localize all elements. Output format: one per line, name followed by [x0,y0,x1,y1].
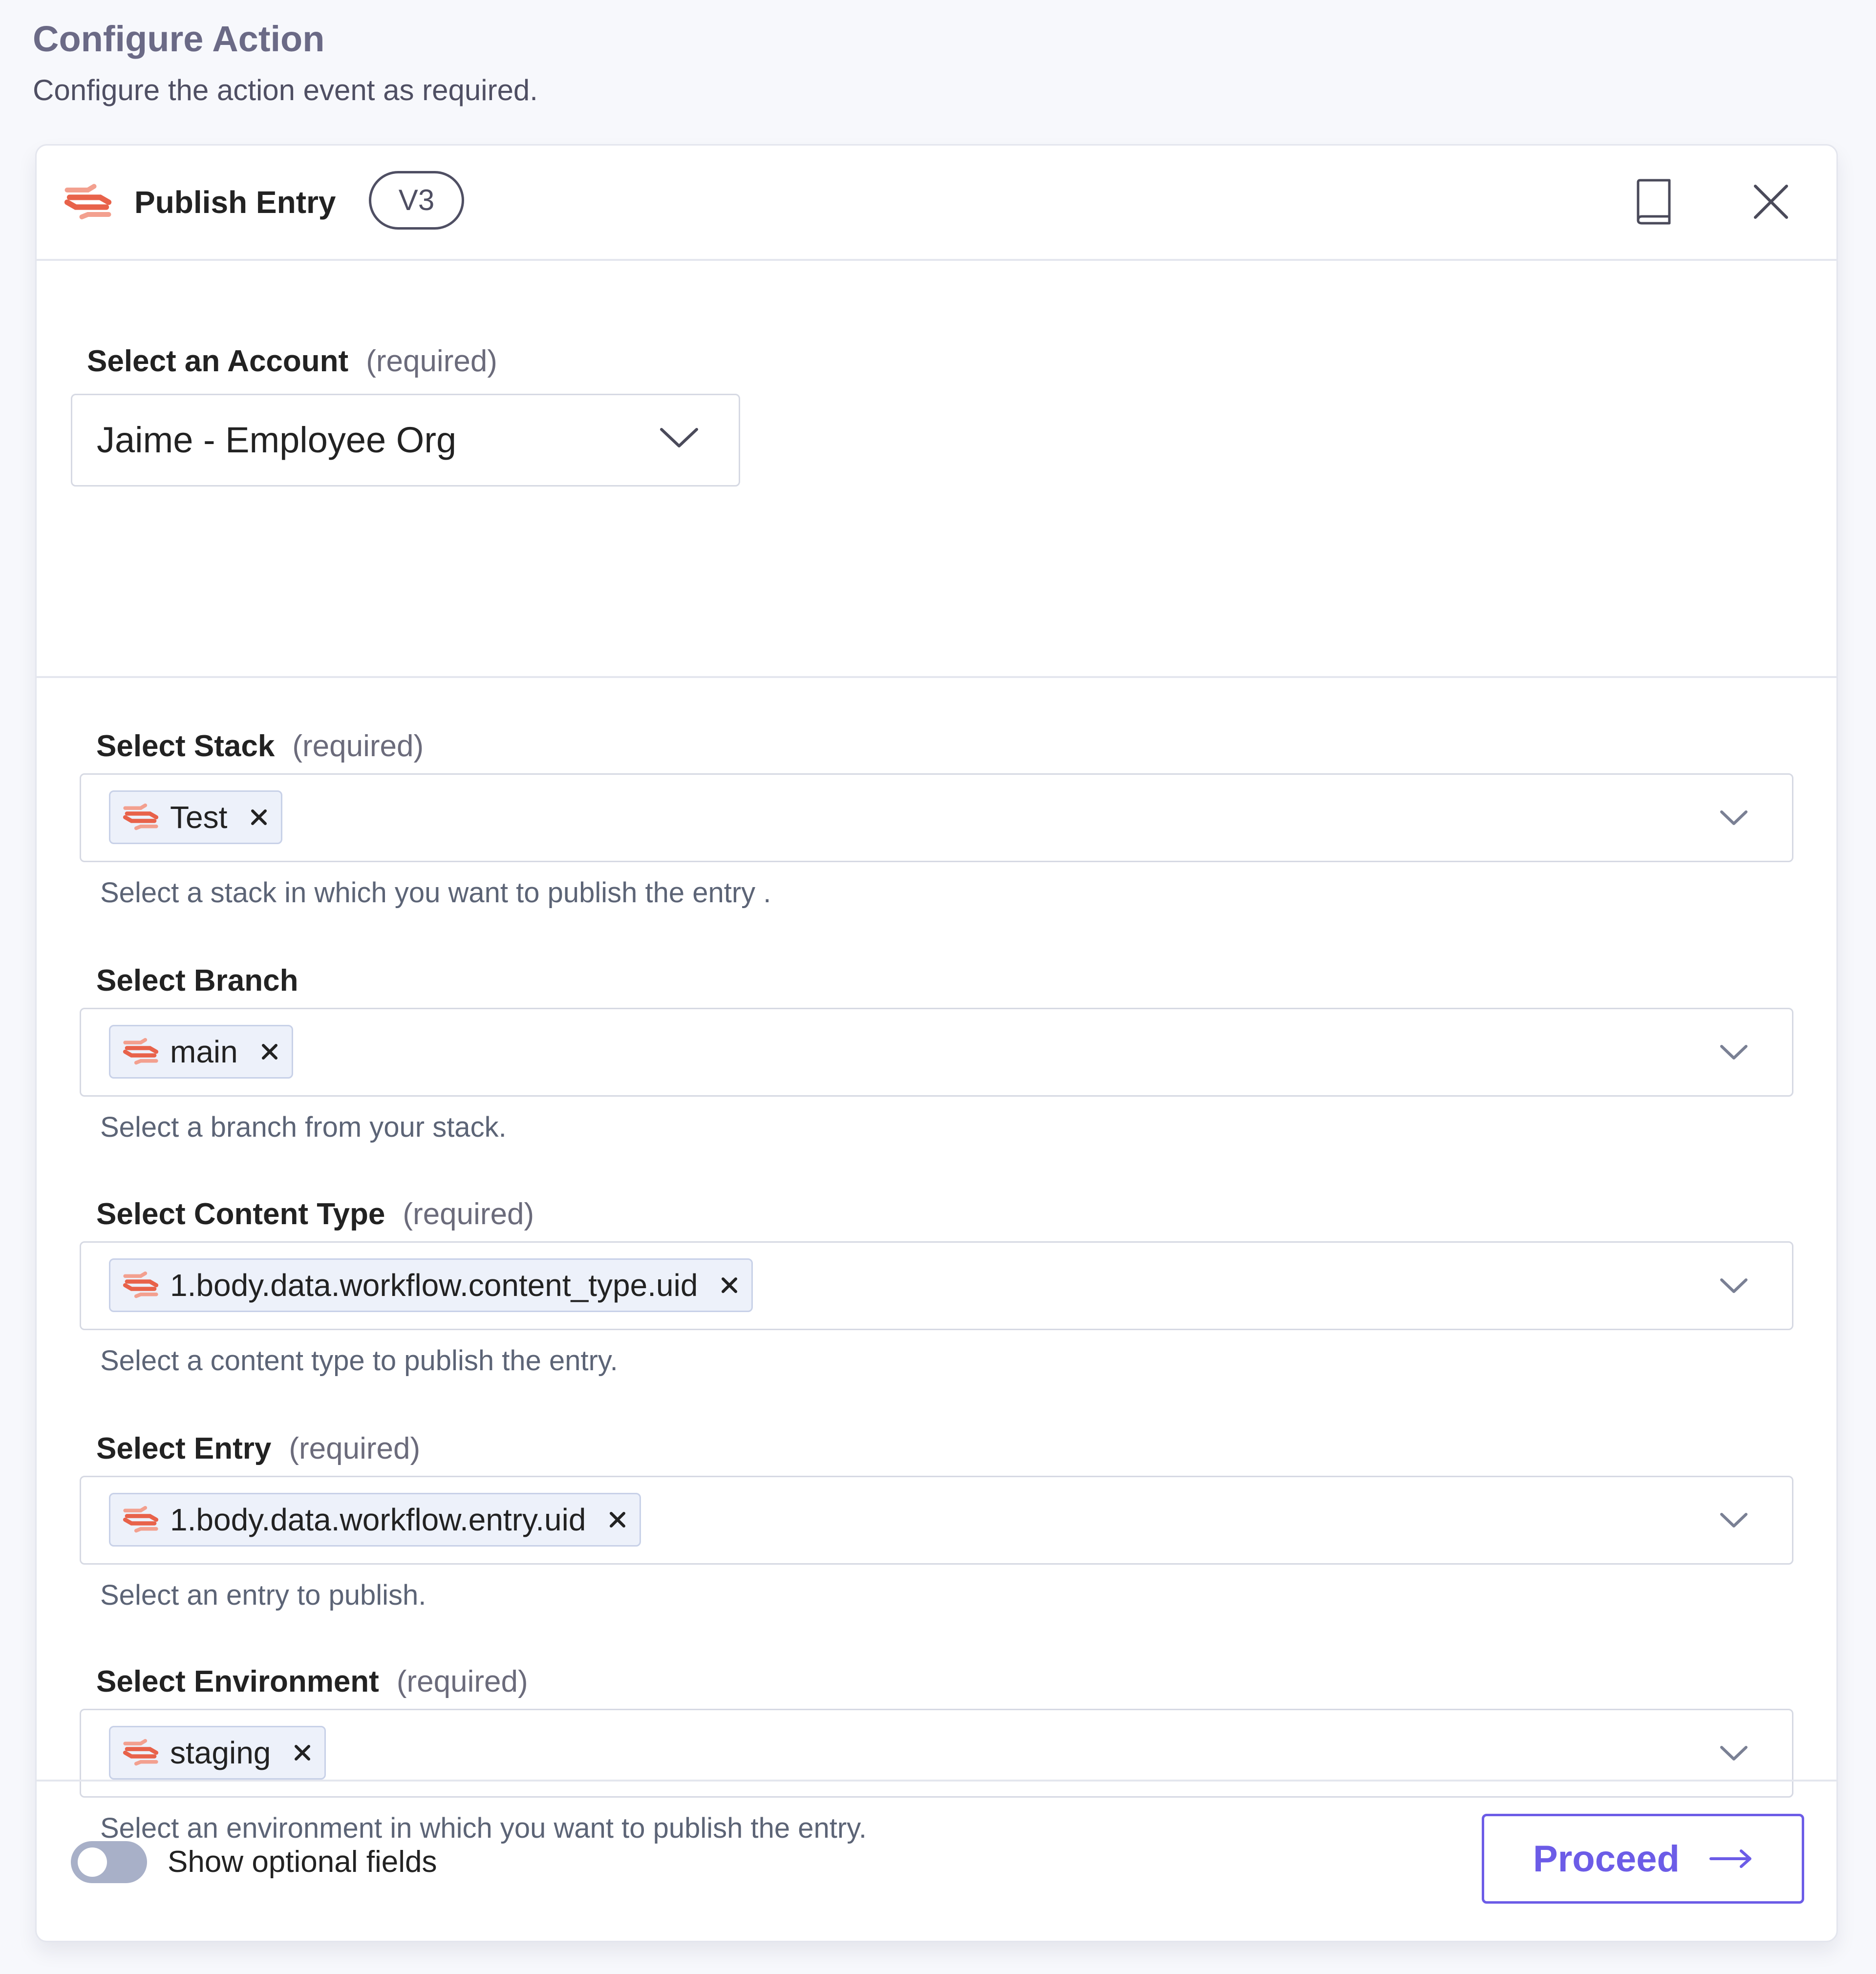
close-icon [722,1277,738,1293]
branch-select[interactable]: main [80,1008,1793,1097]
page-subtitle: Configure the action event as required. [33,74,538,106]
required-indicator: (required) [289,1432,421,1465]
chevron-down-icon [1720,1513,1748,1528]
remove-tag-button[interactable] [248,806,270,828]
tag-label: staging [170,1735,271,1770]
contentstack-logo-icon [122,1037,159,1066]
field-content-type: Select Content Type (required) 1.body.dat… [37,1195,1836,1390]
remove-tag-button[interactable] [258,1040,281,1063]
field-label: Select Environment (required) [96,1665,528,1698]
stack-select[interactable]: Test [80,773,1793,862]
required-indicator: (required) [366,344,497,378]
contentstack-logo-icon [64,183,112,222]
selected-tag: 1.body.data.workflow.entry.uid [109,1493,641,1547]
field-label: Select Entry (required) [96,1432,421,1465]
documentation-button[interactable] [1624,172,1683,231]
account-label: Select an Account (required) [87,344,497,378]
selected-tag: Test [109,790,283,844]
field-branch: Select Branch main Select a branch from … [37,961,1836,1157]
contentstack-logo-icon [122,1738,159,1767]
field-label: Select Stack (required) [96,729,424,763]
tag-label: main [170,1034,238,1069]
selected-tag: 1.body.data.workflow.content_type.uid [109,1258,753,1312]
arrow-right-icon [1709,1849,1751,1868]
close-icon [261,1044,277,1060]
card-footer: Show optional fields Proceed [37,1780,1836,1941]
help-text: Select a stack in which you want to publ… [100,877,771,909]
required-indicator: (required) [396,1665,528,1698]
toggle-label: Show optional fields [168,1845,437,1879]
required-indicator: (required) [292,729,424,763]
field-stack: Select Stack (required) Test Select a sta… [37,727,1836,922]
page-title: Configure Action [33,19,325,59]
book-icon [1637,179,1671,225]
selected-tag: staging [109,1726,326,1780]
field-label: Select Branch [96,964,298,998]
account-select[interactable]: Jaime - Employee Org [71,394,740,487]
close-icon [251,809,267,825]
contentstack-logo-icon [122,1271,159,1300]
close-icon [295,1745,311,1761]
card-header: Publish Entry V3 [37,146,1836,261]
action-title: Publish Entry [134,185,336,220]
action-config-card: Publish Entry V3 Select an Account (requi… [35,144,1838,1942]
page-header: Configure Action Configure the action ev… [33,15,538,112]
close-icon [610,1512,626,1528]
tag-label: 1.body.data.workflow.entry.uid [170,1502,586,1537]
selected-tag: main [109,1025,293,1079]
version-badge: V3 [369,171,464,230]
help-text: Select a branch from your stack. [100,1111,507,1143]
tag-label: 1.body.data.workflow.content_type.uid [170,1268,698,1303]
close-icon [1754,185,1788,219]
content-type-select[interactable]: 1.body.data.workflow.content_type.uid [80,1241,1793,1330]
help-text: Select an entry to publish. [100,1579,426,1611]
help-text: Select a content type to publish the ent… [100,1345,618,1377]
proceed-label: Proceed [1533,1838,1680,1880]
remove-tag-button[interactable] [718,1274,741,1296]
entry-select[interactable]: 1.body.data.workflow.entry.uid [80,1476,1793,1565]
chevron-down-icon [660,428,698,447]
chevron-down-icon [1720,1045,1748,1060]
chevron-down-icon [1720,1278,1748,1293]
chevron-down-icon [1720,1746,1748,1761]
proceed-button[interactable]: Proceed [1482,1814,1804,1904]
toggle-knob [78,1847,107,1877]
field-entry: Select Entry (required) 1.body.data.workf… [37,1429,1836,1625]
close-button[interactable] [1742,172,1800,231]
required-indicator: (required) [403,1197,534,1231]
tag-label: Test [170,800,228,835]
remove-tag-button[interactable] [606,1508,629,1531]
account-value: Jaime - Employee Org [97,420,457,460]
contentstack-logo-icon [122,803,159,832]
remove-tag-button[interactable] [291,1741,314,1764]
contentstack-logo-icon [122,1505,159,1534]
chevron-down-icon [1720,810,1748,825]
optional-fields-toggle[interactable] [71,1841,147,1883]
field-label: Select Content Type (required) [96,1197,534,1231]
account-section: Select an Account (required) Jaime - Empl… [37,261,1836,678]
